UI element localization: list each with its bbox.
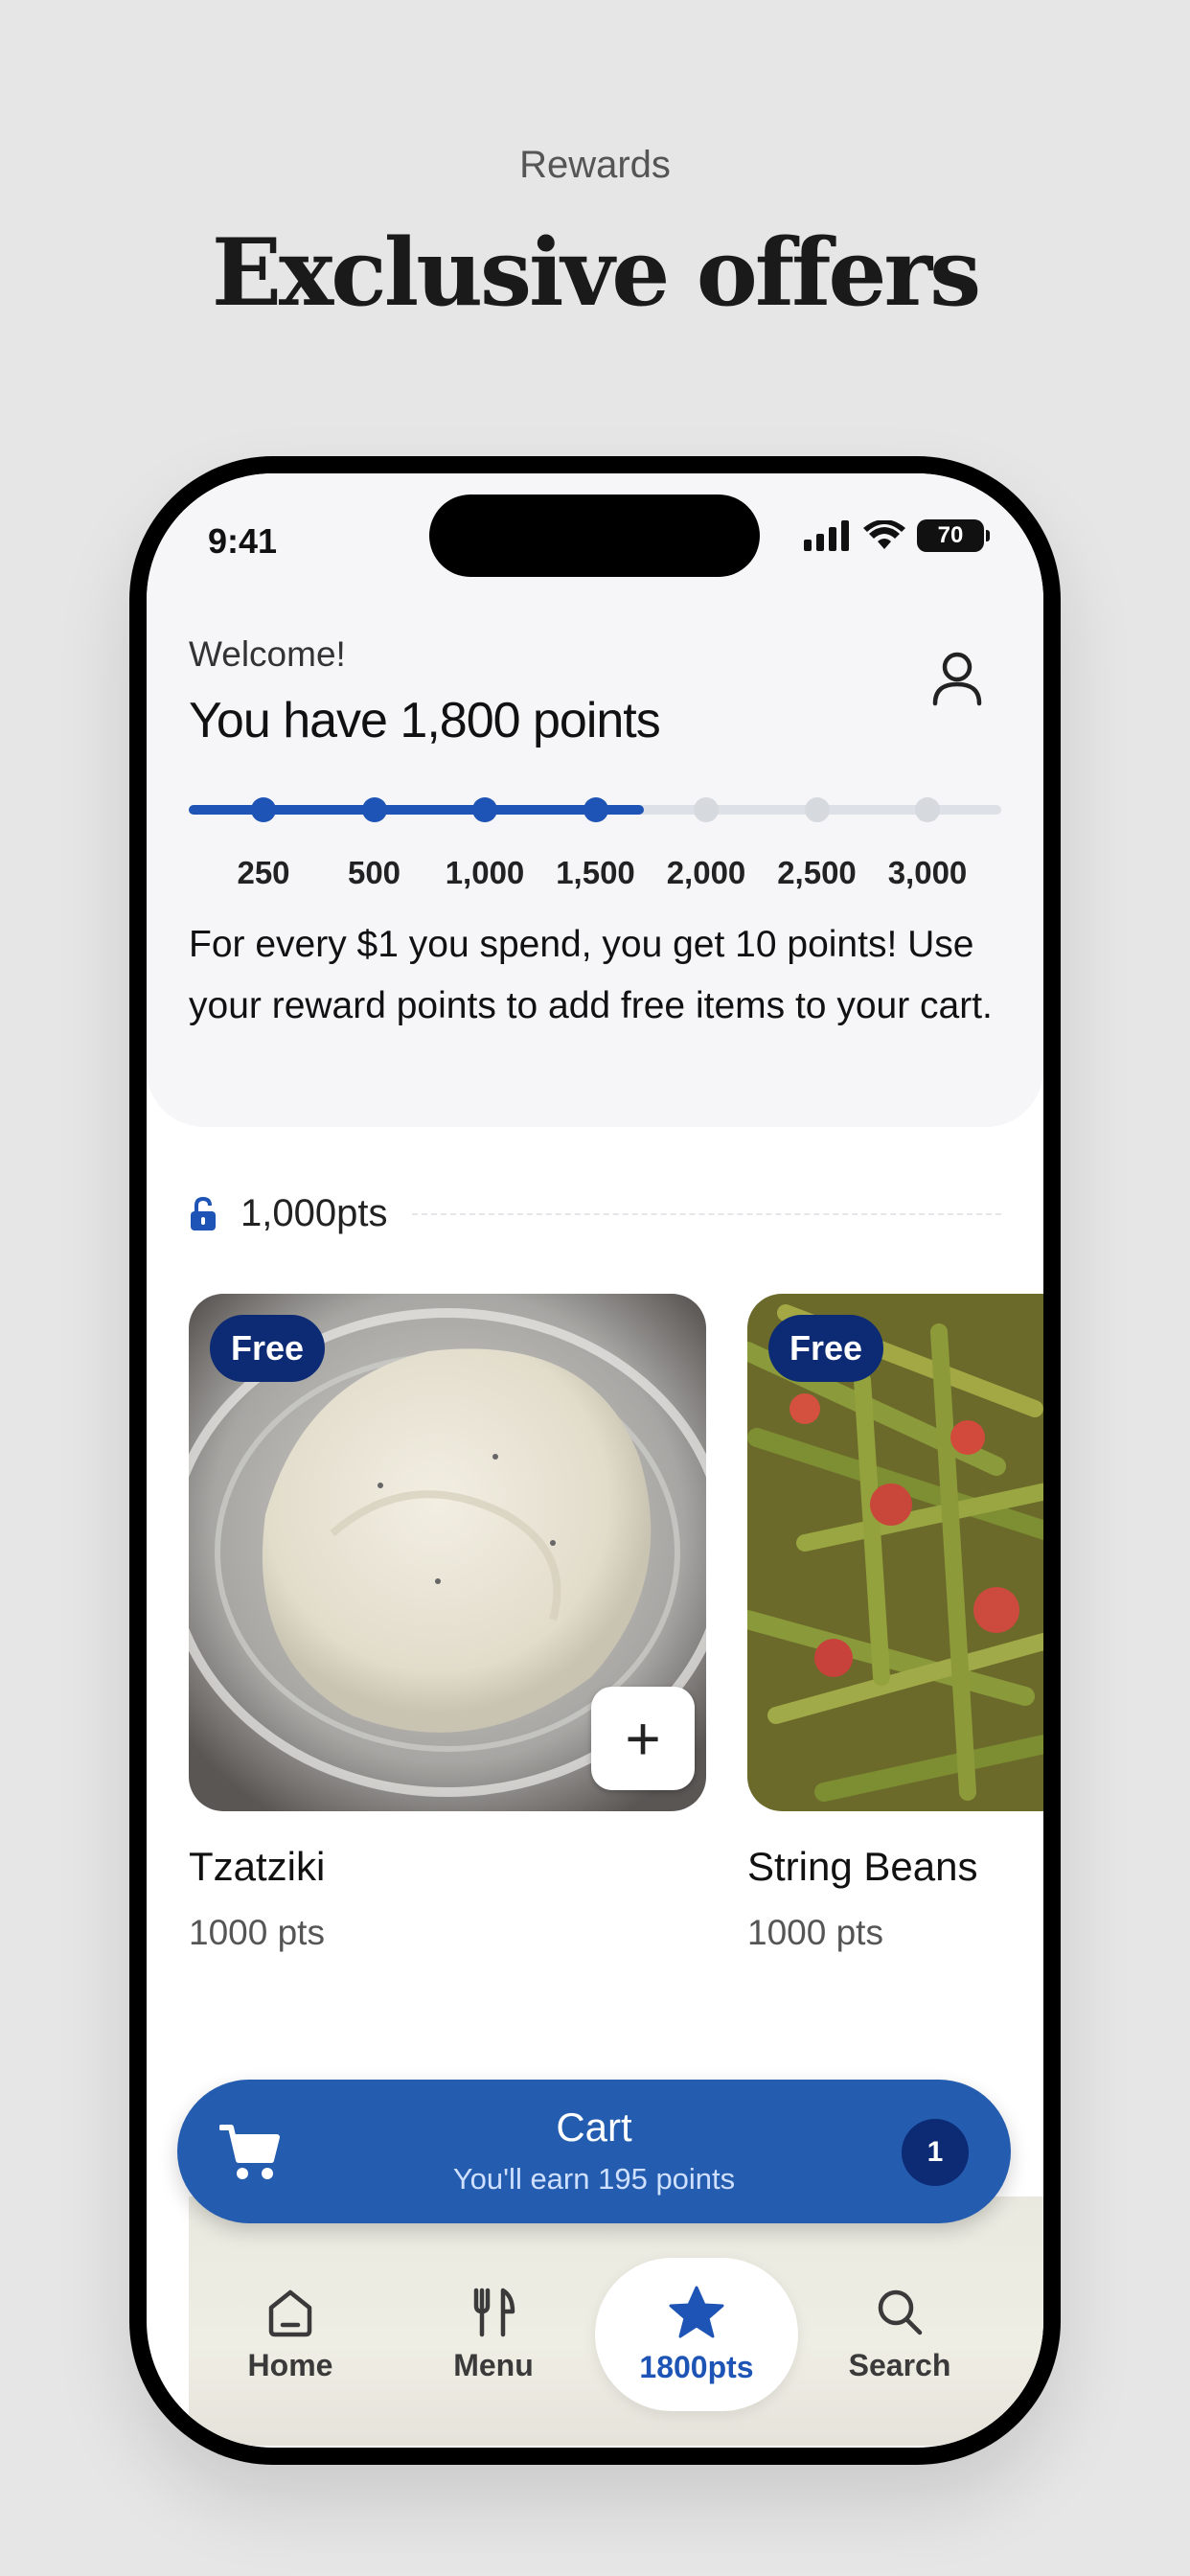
tab-label: Menu — [453, 2347, 534, 2382]
phone-frame: 9:41 70 Welcome! You have 1,800 points F… — [129, 456, 1061, 2465]
tab-home[interactable]: Home — [189, 2258, 392, 2411]
milestone-dot — [472, 797, 497, 822]
reward-name: Tzatziki — [189, 1844, 326, 1889]
unlock-icon — [191, 1196, 216, 1230]
signal-icon — [804, 520, 849, 551]
add-to-cart-button[interactable]: + — [591, 1687, 695, 1790]
wifi-icon — [863, 520, 905, 549]
promo-headline: Exclusive offers — [211, 218, 981, 327]
milestone-dot — [583, 797, 608, 822]
free-badge: Free — [768, 1315, 884, 1382]
cart-count-badge: 1 — [902, 2119, 969, 2186]
promo-kicker: Rewards — [519, 144, 671, 186]
milestone-dot — [915, 797, 940, 822]
reward-points: 1000 pts — [189, 1913, 325, 1952]
battery-indicator: 70 — [917, 519, 990, 552]
tab-label: Search — [848, 2347, 951, 2382]
tab-label: 1800pts — [639, 2349, 754, 2384]
person-icon[interactable] — [930, 650, 984, 707]
app-screen: 9:41 70 Welcome! You have 1,800 points F… — [147, 473, 1043, 2448]
points-summary-panel: 9:41 70 Welcome! You have 1,800 points F… — [147, 473, 1043, 1127]
home-icon — [268, 2289, 312, 2336]
string-beans-image: Free — [747, 1294, 1043, 1811]
welcome-text: Welcome! — [189, 634, 346, 674]
milestone-dot — [804, 797, 830, 822]
fork-knife-icon — [473, 2288, 515, 2336]
cart-title: Cart — [556, 2104, 632, 2150]
milestone-dot — [361, 797, 387, 822]
rewards-info-text: For every $1 you spend, you get 10 point… — [189, 924, 993, 1026]
search-icon — [878, 2289, 923, 2334]
reward-name: String Beans — [747, 1844, 978, 1889]
tab-label: Home — [247, 2347, 333, 2382]
dynamic-island — [429, 494, 760, 577]
points-title: You have 1,800 points — [189, 693, 661, 748]
reward-points: 1000 pts — [747, 1913, 883, 1952]
free-badge: Free — [210, 1315, 326, 1382]
milestone-dot — [251, 797, 276, 822]
points-progress-track — [189, 797, 1001, 822]
tab-bar: Home Menu 1800pts Search — [189, 2258, 1001, 2430]
milestone-label: 3,000 — [887, 855, 968, 890]
tier-divider — [412, 1212, 1001, 1215]
status-time: 9:41 — [208, 521, 278, 561]
star-icon — [669, 2286, 724, 2337]
status-icons: 70 — [804, 519, 990, 552]
cart-earn-text: You'll earn 195 points — [452, 2162, 736, 2196]
tab-menu[interactable]: Menu — [392, 2258, 595, 2411]
tab-rewards[interactable]: 1800pts — [595, 2258, 798, 2411]
tzatziki-image: Free + — [189, 1294, 706, 1811]
reward-card-string-beans[interactable]: Free String Beans 1000 pts — [747, 1294, 1043, 1953]
cart-button[interactable]: Cart You'll earn 195 points 1 — [177, 2080, 1011, 2223]
tier-header: 1,000pts — [189, 1192, 1001, 1235]
reward-card-tzatziki[interactable]: Free + Tzatziki 1000 pts — [189, 1294, 706, 1953]
milestone-dot — [694, 797, 719, 822]
tab-search[interactable]: Search — [798, 2258, 1001, 2411]
tier-label: 1,000pts — [240, 1192, 388, 1234]
